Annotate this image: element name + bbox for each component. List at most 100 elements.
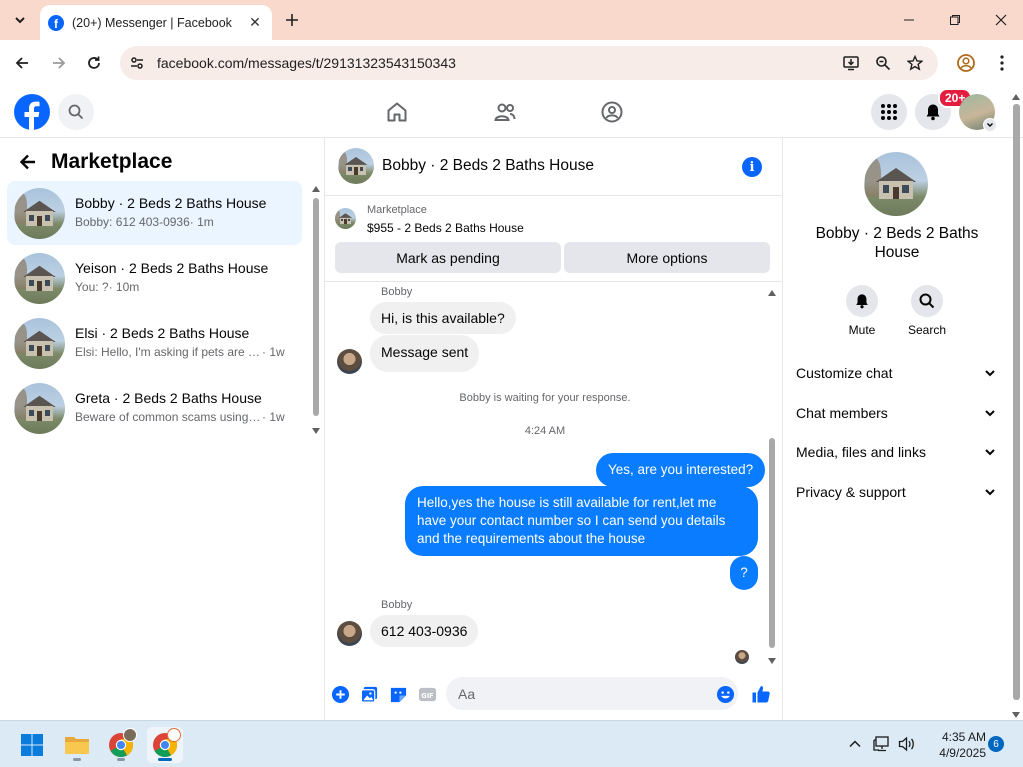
- forward-button[interactable]: [45, 49, 73, 77]
- network-icon[interactable]: [873, 735, 891, 753]
- tab-close-icon[interactable]: ✕: [246, 14, 264, 32]
- scroll-up-icon[interactable]: [312, 186, 320, 192]
- tab-search-button[interactable]: [6, 6, 34, 34]
- home-icon: [387, 102, 407, 122]
- zoom-icon[interactable]: [874, 54, 892, 72]
- conversation-list-scrollbar[interactable]: [312, 182, 320, 434]
- minimize-button[interactable]: [886, 0, 932, 40]
- tray-overflow-chevron-icon[interactable]: [846, 735, 864, 753]
- restore-button[interactable]: [932, 0, 978, 40]
- mute-button[interactable]: Mute: [834, 285, 890, 337]
- notification-center-badge[interactable]: 6: [988, 736, 1004, 752]
- plus-circle-icon[interactable]: [330, 684, 350, 704]
- taskbar-chrome-profile-1[interactable]: [103, 727, 139, 763]
- site-settings-icon[interactable]: [128, 54, 146, 72]
- facebook-logo-icon[interactable]: [14, 94, 50, 130]
- system-clock[interactable]: 4:35 AM 4/9/2025: [924, 729, 986, 761]
- message-timestamp: 4:24 AM: [524, 425, 566, 437]
- facebook-favicon-icon: f: [48, 14, 64, 31]
- svg-text:GIF: GIF: [421, 691, 433, 699]
- chevron-down-icon: [985, 370, 995, 377]
- browser-tab-messenger[interactable]: f (20+) Messenger | Facebook ✕: [40, 5, 272, 40]
- nav-friends[interactable]: [489, 96, 521, 128]
- info-title: Bobby · 2 Beds 2 Baths House: [815, 225, 979, 261]
- photo-icon[interactable]: [359, 684, 379, 704]
- close-window-button[interactable]: [978, 0, 1023, 40]
- info-icon[interactable]: i: [742, 157, 762, 177]
- thumbs-up-icon[interactable]: [751, 684, 771, 704]
- listing-mini-thumbnail[interactable]: [335, 208, 356, 229]
- volume-icon[interactable]: [898, 735, 916, 753]
- reload-button[interactable]: [80, 49, 108, 77]
- listing-thumbnail: [14, 253, 65, 304]
- sender-avatar[interactable]: [337, 349, 362, 374]
- reload-icon: [88, 56, 100, 69]
- message-bubble-outgoing[interactable]: Yes, are you interested?: [596, 453, 766, 487]
- conversation-item[interactable]: Elsi · 2 Beds 2 Baths House Elsi: Hello,…: [7, 311, 302, 375]
- bookmark-star-icon[interactable]: [906, 54, 924, 72]
- apps-grid-icon: [881, 104, 897, 120]
- sticker-icon[interactable]: [388, 684, 408, 704]
- nav-groups[interactable]: [596, 96, 628, 128]
- scroll-up-icon[interactable]: [768, 290, 776, 296]
- scroll-up-icon[interactable]: [1012, 94, 1020, 100]
- scrollbar-thumb[interactable]: [313, 198, 319, 416]
- address-bar[interactable]: facebook.com/messages/t/2913132354315034…: [120, 46, 938, 80]
- sender-name: Bobby: [381, 599, 413, 611]
- chat-thumbnail[interactable]: [338, 148, 374, 184]
- gif-icon[interactable]: GIF: [417, 684, 437, 704]
- facebook-search-button[interactable]: [58, 94, 94, 130]
- section-media-files-links[interactable]: Media, files and links: [796, 440, 996, 464]
- section-privacy-support[interactable]: Privacy & support: [796, 480, 996, 504]
- arrow-left-icon: [15, 57, 28, 69]
- scroll-down-icon[interactable]: [768, 658, 776, 664]
- sender-name: Bobby: [381, 286, 413, 298]
- chat-scrollbar[interactable]: [768, 286, 776, 664]
- listing-price-title[interactable]: $955 - 2 Beds 2 Baths House: [367, 221, 524, 235]
- mark-as-pending-button[interactable]: Mark as pending: [335, 242, 561, 273]
- message-bubble-incoming[interactable]: Hi, is this available?: [370, 302, 516, 334]
- install-app-icon[interactable]: [842, 54, 860, 72]
- message-bubble-outgoing[interactable]: Hello,yes the house is still available f…: [405, 486, 758, 556]
- back-button[interactable]: [8, 49, 36, 77]
- nav-home[interactable]: [381, 96, 413, 128]
- chevron-down-icon: [985, 449, 995, 456]
- message-bubble-incoming[interactable]: 612 403-0936: [370, 615, 479, 647]
- url-text: facebook.com/messages/t/2913132354315034…: [157, 55, 456, 71]
- section-customize-chat[interactable]: Customize chat: [796, 361, 996, 385]
- conversation-name: Greta · 2 Beds 2 Baths House: [75, 390, 262, 406]
- search-in-chat-button[interactable]: Search: [899, 285, 955, 337]
- menu-button[interactable]: [871, 94, 907, 130]
- conversation-item[interactable]: Yeison · 2 Beds 2 Baths House You: ? · 1…: [7, 246, 302, 310]
- taskbar-chrome-profile-2[interactable]: [147, 727, 183, 763]
- message-bubble-incoming[interactable]: Message sent: [370, 335, 480, 372]
- emoji-icon[interactable]: [715, 684, 735, 704]
- conversation-item[interactable]: Bobby · 2 Beds 2 Baths House Bobby: 612 …: [7, 181, 302, 245]
- message-bubble-outgoing[interactable]: ?: [730, 556, 758, 590]
- scroll-down-icon[interactable]: [312, 428, 320, 434]
- taskbar-file-explorer[interactable]: [59, 727, 95, 763]
- profile-button[interactable]: [952, 49, 980, 77]
- conversation-name: Yeison · 2 Beds 2 Baths House: [75, 260, 269, 276]
- scrollbar-thumb[interactable]: [1013, 104, 1020, 700]
- sender-avatar[interactable]: [337, 621, 362, 646]
- more-options-button[interactable]: More options: [564, 242, 770, 273]
- message-input[interactable]: [446, 677, 738, 710]
- new-tab-button[interactable]: [280, 8, 304, 32]
- back-arrow-button[interactable]: [16, 150, 40, 174]
- page-scrollbar[interactable]: [1012, 90, 1021, 718]
- listing-thumbnail: [14, 383, 65, 434]
- pane-title: Marketplace: [51, 150, 173, 173]
- listing-profile-image[interactable]: [864, 152, 928, 216]
- clock-date: 4/9/2025: [939, 746, 986, 760]
- section-chat-members[interactable]: Chat members: [796, 401, 996, 425]
- start-button[interactable]: [14, 727, 50, 763]
- account-chevron-icon[interactable]: [983, 118, 997, 132]
- search-icon: [919, 293, 935, 309]
- browser-menu-button[interactable]: [988, 49, 1016, 77]
- chat-title[interactable]: Bobby · 2 Beds 2 Baths House: [382, 157, 594, 175]
- listing-thumbnail: [14, 188, 65, 239]
- conversation-item[interactable]: Greta · 2 Beds 2 Baths House Beware of c…: [7, 376, 302, 440]
- scroll-down-icon[interactable]: [1012, 712, 1020, 718]
- scrollbar-thumb[interactable]: [769, 438, 775, 648]
